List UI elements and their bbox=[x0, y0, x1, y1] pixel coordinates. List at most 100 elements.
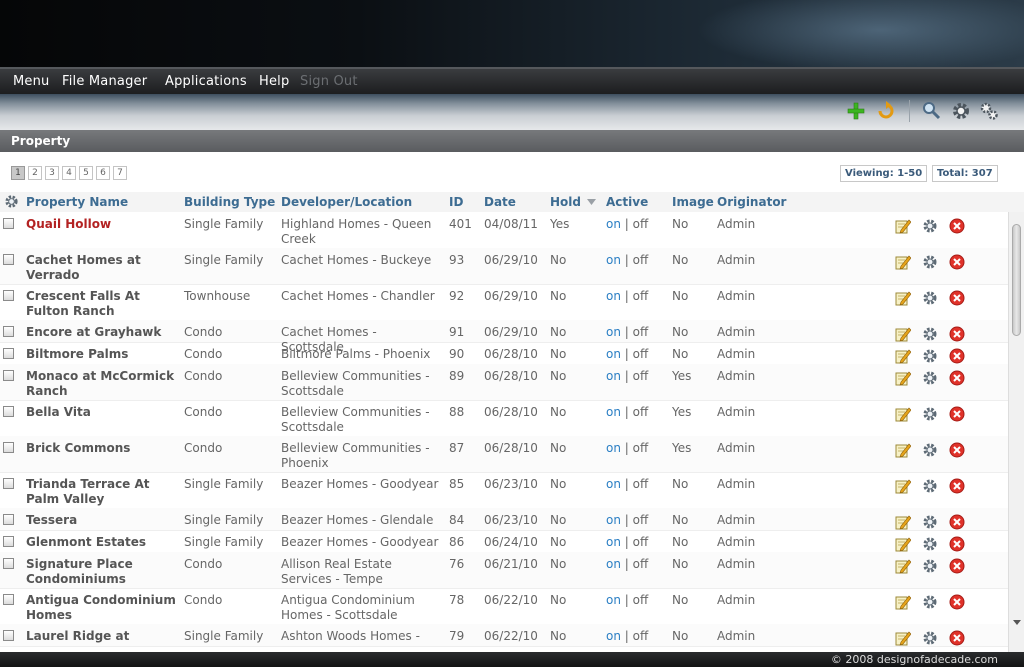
column-header-building-type[interactable]: Building Type bbox=[184, 195, 275, 209]
add-icon[interactable] bbox=[846, 101, 866, 121]
active-off-link[interactable]: off bbox=[633, 557, 649, 571]
column-header-originator[interactable]: Originator bbox=[717, 195, 786, 209]
edit-icon[interactable] bbox=[895, 536, 911, 552]
active-off-link[interactable]: off bbox=[633, 535, 649, 549]
settings-icon[interactable] bbox=[922, 406, 938, 422]
active-on-link[interactable]: on bbox=[606, 253, 621, 267]
active-off-link[interactable]: off bbox=[633, 289, 649, 303]
row-checkbox[interactable] bbox=[3, 594, 14, 605]
active-on-link[interactable]: on bbox=[606, 477, 621, 491]
active-on-link[interactable]: on bbox=[606, 405, 621, 419]
delete-icon[interactable] bbox=[949, 370, 965, 386]
edit-icon[interactable] bbox=[895, 326, 911, 342]
page-button-2[interactable]: 2 bbox=[28, 166, 42, 180]
property-name-link[interactable]: Quail Hollow bbox=[26, 217, 176, 232]
property-name-link[interactable]: Antigua Condominium Homes bbox=[26, 593, 176, 623]
row-checkbox[interactable] bbox=[3, 218, 14, 229]
sign-out-link[interactable]: Sign Out bbox=[300, 74, 358, 89]
row-checkbox[interactable] bbox=[3, 630, 14, 641]
property-name-link[interactable]: Brick Commons bbox=[26, 441, 176, 456]
delete-icon[interactable] bbox=[949, 630, 965, 646]
column-header-hold[interactable]: Hold bbox=[550, 195, 581, 209]
column-header-image[interactable]: Image bbox=[672, 195, 714, 209]
active-off-link[interactable]: off bbox=[633, 217, 649, 231]
settings-icon[interactable] bbox=[922, 254, 938, 270]
delete-icon[interactable] bbox=[949, 442, 965, 458]
active-off-link[interactable]: off bbox=[633, 405, 649, 419]
column-header-developer-location[interactable]: Developer/Location bbox=[281, 195, 412, 209]
active-on-link[interactable]: on bbox=[606, 289, 621, 303]
settings-gear-icon[interactable] bbox=[951, 101, 971, 121]
settings-icon[interactable] bbox=[922, 536, 938, 552]
column-header-property-name[interactable]: Property Name bbox=[26, 195, 128, 209]
property-name-link[interactable]: Signature Place Condominiums bbox=[26, 557, 176, 587]
active-on-link[interactable]: on bbox=[606, 513, 621, 527]
active-off-link[interactable]: off bbox=[633, 477, 649, 491]
delete-icon[interactable] bbox=[949, 478, 965, 494]
page-button-3[interactable]: 3 bbox=[45, 166, 59, 180]
property-name-link[interactable]: Bella Vita bbox=[26, 405, 176, 420]
menu-item-help[interactable]: Help bbox=[259, 74, 289, 89]
delete-icon[interactable] bbox=[949, 558, 965, 574]
edit-icon[interactable] bbox=[895, 254, 911, 270]
settings-icon[interactable] bbox=[922, 558, 938, 574]
scroll-down-arrow-icon[interactable] bbox=[1013, 620, 1021, 625]
refresh-icon[interactable] bbox=[876, 101, 896, 121]
select-all-gear-icon[interactable] bbox=[4, 194, 19, 209]
settings-icon[interactable] bbox=[922, 630, 938, 646]
menu-item-applications[interactable]: Applications bbox=[165, 74, 247, 89]
edit-icon[interactable] bbox=[895, 218, 911, 234]
active-off-link[interactable]: off bbox=[633, 441, 649, 455]
settings-icon[interactable] bbox=[922, 442, 938, 458]
search-icon[interactable] bbox=[922, 101, 942, 121]
property-name-link[interactable]: Biltmore Palms bbox=[26, 347, 176, 362]
settings-icon[interactable] bbox=[922, 290, 938, 306]
vertical-scrollbar[interactable] bbox=[1008, 212, 1024, 652]
active-off-link[interactable]: off bbox=[633, 253, 649, 267]
active-off-link[interactable]: off bbox=[633, 369, 649, 383]
active-off-link[interactable]: off bbox=[633, 593, 649, 607]
delete-icon[interactable] bbox=[949, 406, 965, 422]
property-name-link[interactable]: Crescent Falls At Fulton Ranch bbox=[26, 289, 176, 319]
menu-item-file-manager[interactable]: File Manager bbox=[62, 74, 147, 89]
active-on-link[interactable]: on bbox=[606, 325, 621, 339]
property-name-link[interactable]: Cachet Homes at Verrado bbox=[26, 253, 176, 283]
property-name-link[interactable]: Trianda Terrace At Palm Valley bbox=[26, 477, 176, 507]
row-checkbox[interactable] bbox=[3, 514, 14, 525]
active-on-link[interactable]: on bbox=[606, 535, 621, 549]
edit-icon[interactable] bbox=[895, 290, 911, 306]
menu-item-menu[interactable]: Menu bbox=[13, 74, 50, 89]
settings-icon[interactable] bbox=[922, 348, 938, 364]
active-on-link[interactable]: on bbox=[606, 593, 621, 607]
delete-icon[interactable] bbox=[949, 514, 965, 530]
page-button-7[interactable]: 7 bbox=[113, 166, 127, 180]
page-button-4[interactable]: 4 bbox=[62, 166, 76, 180]
row-checkbox[interactable] bbox=[3, 406, 14, 417]
column-header-date[interactable]: Date bbox=[484, 195, 516, 209]
row-checkbox[interactable] bbox=[3, 478, 14, 489]
column-header-id[interactable]: ID bbox=[449, 195, 463, 209]
settings-icon[interactable] bbox=[922, 326, 938, 342]
edit-icon[interactable] bbox=[895, 514, 911, 530]
delete-icon[interactable] bbox=[949, 536, 965, 552]
active-on-link[interactable]: on bbox=[606, 369, 621, 383]
delete-icon[interactable] bbox=[949, 218, 965, 234]
settings-icon[interactable] bbox=[922, 370, 938, 386]
active-off-link[interactable]: off bbox=[633, 347, 649, 361]
delete-icon[interactable] bbox=[949, 254, 965, 270]
column-header-active[interactable]: Active bbox=[606, 195, 648, 209]
row-checkbox[interactable] bbox=[3, 348, 14, 359]
active-on-link[interactable]: on bbox=[606, 217, 621, 231]
active-on-link[interactable]: on bbox=[606, 557, 621, 571]
settings-icon[interactable] bbox=[922, 478, 938, 494]
page-button-1[interactable]: 1 bbox=[11, 166, 25, 180]
edit-icon[interactable] bbox=[895, 594, 911, 610]
scrollbar-thumb[interactable] bbox=[1012, 224, 1021, 336]
delete-icon[interactable] bbox=[949, 348, 965, 364]
active-off-link[interactable]: off bbox=[633, 629, 649, 643]
property-name-link[interactable]: Laurel Ridge at bbox=[26, 629, 176, 644]
delete-icon[interactable] bbox=[949, 594, 965, 610]
property-name-link[interactable]: Encore at Grayhawk bbox=[26, 325, 176, 340]
property-name-link[interactable]: Glenmont Estates bbox=[26, 535, 176, 550]
delete-icon[interactable] bbox=[949, 290, 965, 306]
